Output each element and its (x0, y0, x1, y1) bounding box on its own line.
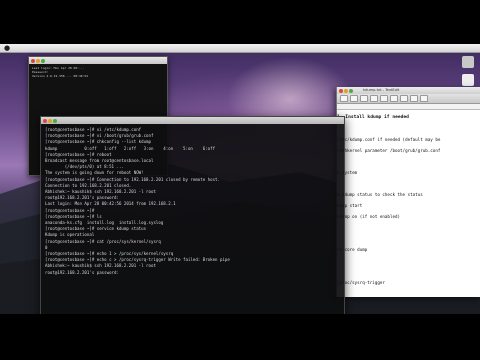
bold-button[interactable] (370, 95, 378, 102)
document-line: e system (337, 170, 358, 175)
size-button[interactable] (360, 95, 368, 102)
window-title: kdump.txt - TextEdit (363, 88, 400, 92)
underline-button[interactable] (390, 95, 398, 102)
align-center-button[interactable] (410, 95, 418, 102)
window-titlebar[interactable]: kdump.txt - TextEdit (337, 87, 480, 94)
window-titlebar[interactable] (29, 57, 167, 64)
terminal-line: root@192.168.2.201's password: (45, 269, 119, 275)
terminal-window[interactable]: [root@centosbase ~]# vi /etc/kdump.conf[… (40, 116, 345, 314)
zoom-icon[interactable] (53, 118, 57, 123)
document-line: dump start (337, 203, 363, 208)
desktop: ● Last login: Mon Apr 28 00:... Password:… (0, 44, 480, 314)
hard-drive-icon[interactable] (462, 56, 474, 68)
list-button[interactable] (420, 95, 428, 102)
italic-button[interactable] (380, 95, 388, 102)
document-line: 1. Install kdump if needed (337, 115, 409, 120)
document-line: re core dump (337, 247, 368, 252)
style-button[interactable] (340, 95, 348, 102)
terminal-output[interactable]: [root@centosbase ~]# vi /etc/kdump.conf[… (41, 124, 344, 279)
font-button[interactable] (350, 95, 358, 102)
minimize-icon[interactable] (36, 58, 40, 63)
textedit-window[interactable]: kdump.txt - TextEdit 1. Install kdump if… (336, 87, 480, 297)
menu-bar: ● (0, 44, 480, 53)
format-toolbar (337, 94, 480, 104)
document-body[interactable]: 1. Install kdump if needed /etc/kdump.co… (337, 110, 480, 297)
small-terminal-output[interactable]: Last login: Mon Apr 28 00:... Password: Ve… (29, 64, 167, 80)
close-icon[interactable] (43, 118, 47, 123)
letterbox-top (0, 0, 480, 44)
terminal-line: Version 2.6.32-358 ... 08:46:54 (32, 74, 88, 78)
zoom-icon[interactable] (41, 58, 45, 63)
align-left-button[interactable] (400, 95, 408, 102)
close-icon[interactable] (339, 88, 343, 93)
document-line: rashkernel parameter /boot/grub/grub.con… (337, 148, 441, 153)
minimize-icon[interactable] (344, 88, 348, 93)
letterbox-bottom (0, 314, 480, 360)
zoom-icon[interactable] (349, 88, 353, 93)
window-titlebar[interactable] (41, 117, 344, 124)
document-line: /etc/kdump.conf if needed (default may b… (337, 137, 441, 142)
apple-menu-icon[interactable]: ● (4, 44, 10, 52)
document-line: e kdump status to check the status (337, 192, 423, 197)
document-line: kdump on (if not enabled) (337, 214, 401, 219)
document-line: /proc/sysrq-trigger (337, 280, 385, 285)
document-icon[interactable] (462, 74, 474, 86)
minimize-icon[interactable] (48, 118, 52, 123)
close-icon[interactable] (31, 58, 35, 63)
